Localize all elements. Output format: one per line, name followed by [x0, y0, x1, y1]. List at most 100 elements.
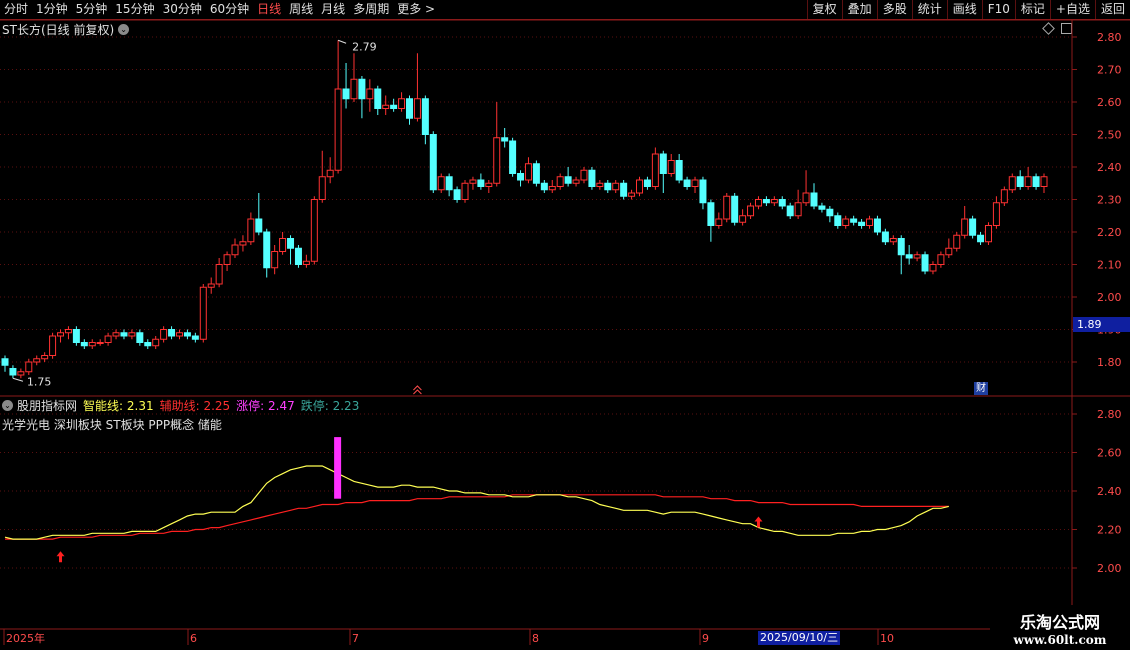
candle-body — [104, 335, 112, 343]
buy-signal-arrow-icon — [56, 551, 65, 563]
candle-body — [604, 182, 612, 191]
candle-body — [683, 179, 691, 187]
candle-body — [984, 225, 992, 243]
candle-body — [532, 163, 540, 184]
candle-body — [453, 189, 461, 200]
kline-chart[interactable]: 2.79 1.75 2.80 2.70 2.60 2.50 2.40 2.30 2.20 2.1… — [0, 0, 1130, 650]
indicator-tick-label: 2.60 — [1097, 447, 1122, 460]
y-tick-label: 2.80 — [1097, 31, 1122, 44]
indicator-tick-label: 2.80 — [1097, 408, 1122, 421]
indicator-lines — [4, 437, 949, 563]
candle-body — [120, 332, 128, 337]
candle-body — [1, 358, 9, 366]
candle-body — [596, 182, 604, 187]
candle-body — [643, 179, 651, 187]
candle-body — [144, 342, 152, 347]
candle-body — [509, 140, 517, 174]
x-axis-label: 6 — [190, 632, 197, 645]
candle-body — [564, 176, 572, 184]
candle-body — [302, 260, 310, 265]
candle-body — [842, 218, 850, 226]
candle-body — [318, 176, 326, 200]
candle-body — [493, 137, 501, 184]
candle-body — [636, 179, 644, 194]
candle-body — [715, 218, 723, 226]
candle-body — [501, 137, 509, 142]
candle-body — [263, 231, 271, 269]
candle-body — [437, 176, 445, 191]
candle-body — [183, 332, 191, 337]
candle-body — [977, 234, 985, 243]
concept-tags: 光学光电 深圳板块 ST板块 PPP概念 储能 — [2, 418, 222, 432]
candle-body — [945, 247, 953, 256]
watermark-title: 乐淘公式网 — [1019, 613, 1100, 632]
candle-body — [175, 332, 183, 337]
candle-body — [786, 205, 794, 217]
candle-body — [953, 234, 961, 249]
candle-body — [937, 254, 945, 265]
candle-body — [628, 192, 636, 197]
candle-body — [96, 342, 104, 344]
candle-body — [366, 88, 374, 100]
candle-body — [160, 329, 168, 340]
indicator-tick-label: 2.00 — [1097, 562, 1122, 575]
candle-body — [207, 283, 215, 288]
high-marker — [337, 39, 347, 44]
candle-body — [739, 215, 747, 223]
candle-body — [239, 241, 247, 246]
indicator-value: 涨停: 2.47 — [236, 399, 295, 413]
candle-body — [754, 199, 762, 207]
candle-body — [992, 202, 1000, 226]
candle-body — [374, 88, 382, 109]
candle-body — [873, 218, 881, 233]
candle-body — [477, 179, 485, 187]
y-tick-label: 2.60 — [1097, 96, 1122, 109]
candle-body — [778, 199, 786, 207]
candle-body — [921, 254, 929, 272]
candle-body — [57, 332, 65, 337]
candle-body — [17, 371, 25, 376]
watermark: 乐淘公式网 www.60lt.com — [990, 605, 1130, 650]
candle-body — [255, 218, 263, 233]
candle-body — [881, 231, 889, 243]
candle-body — [49, 335, 57, 356]
cursor-date: 2025/09/10/三 — [758, 631, 841, 645]
candle-body — [382, 104, 390, 109]
candle-body — [1032, 176, 1040, 187]
candle-body — [556, 176, 564, 187]
candle-body — [342, 88, 350, 100]
candle-body — [588, 169, 596, 187]
y-tick-label: 1.80 — [1097, 356, 1122, 369]
candle-body — [667, 160, 675, 174]
candle-body — [461, 182, 469, 200]
candle-body — [826, 208, 834, 217]
y-tick-label: 2.50 — [1097, 129, 1122, 142]
candle-body — [64, 329, 72, 334]
candle-body — [675, 160, 683, 181]
candle-body — [517, 173, 525, 181]
x-axis-label: 7 — [352, 632, 359, 645]
indicator-name[interactable]: 股朋指标网 — [17, 397, 77, 414]
indicator-menu-icon[interactable]: ⌄ — [2, 400, 13, 411]
candle-body — [128, 332, 136, 337]
auxiliary-line — [5, 494, 949, 540]
candle-body — [294, 247, 302, 265]
candle-body — [398, 98, 406, 109]
candle-body — [485, 182, 493, 187]
candle-body — [223, 254, 231, 265]
x-axis-label: 2025年 — [6, 631, 45, 645]
candle-body — [9, 368, 17, 376]
indicator-tick-label: 2.20 — [1097, 524, 1122, 537]
y-tick-label: 2.30 — [1097, 194, 1122, 207]
candle-body — [540, 182, 548, 191]
finance-event-badge[interactable]: 财 — [974, 382, 988, 395]
candle-body — [770, 199, 778, 204]
candle-body — [572, 179, 580, 184]
candle-body — [858, 221, 866, 226]
y-tick-label: 2.10 — [1097, 259, 1122, 272]
candle-body — [969, 218, 977, 236]
indicator-tick-label: 2.40 — [1097, 485, 1122, 498]
candle-body — [929, 264, 937, 272]
candle-body — [834, 215, 842, 226]
candle-body — [961, 218, 969, 236]
